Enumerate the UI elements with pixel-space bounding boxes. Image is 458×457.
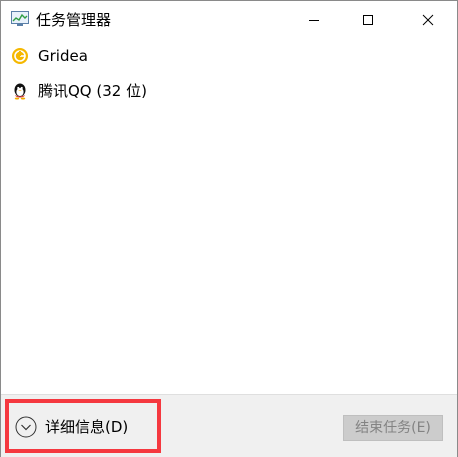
more-details-label: 详细信息(D)	[45, 418, 129, 436]
close-icon	[422, 14, 434, 26]
window-title: 任务管理器	[36, 11, 112, 29]
footer-bar: 详细信息(D) 结束任务(E)	[1, 394, 457, 457]
minimize-button[interactable]	[291, 1, 337, 39]
chevron-down-circle-icon	[15, 416, 37, 438]
list-item-gridea[interactable]: Gridea	[1, 39, 457, 73]
maximize-icon	[363, 15, 373, 25]
qq-penguin-icon	[11, 82, 29, 100]
more-details-button[interactable]: 详细信息(D)	[5, 399, 161, 453]
task-manager-icon	[11, 11, 29, 27]
close-button[interactable]	[405, 1, 451, 39]
gridea-icon	[11, 47, 29, 65]
end-task-button[interactable]: 结束任务(E)	[343, 415, 443, 441]
title-bar[interactable]: 任务管理器	[1, 1, 457, 39]
app-label: 腾讯QQ (32 位)	[38, 82, 147, 100]
task-manager-window: 任务管理器 Gridea 腾讯QQ (32 位) 详细信息(D) 结束任务(E)	[0, 0, 458, 457]
app-label: Gridea	[38, 47, 88, 65]
maximize-button[interactable]	[345, 1, 391, 39]
app-list: Gridea 腾讯QQ (32 位)	[1, 39, 457, 393]
list-item-qq[interactable]: 腾讯QQ (32 位)	[1, 74, 457, 108]
minimize-icon	[309, 19, 319, 21]
